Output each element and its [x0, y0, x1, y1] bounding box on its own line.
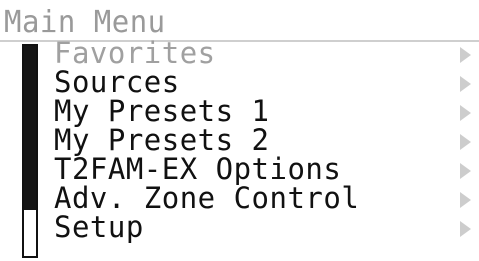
menu-item-label: Sources [54, 65, 180, 99]
lcd-menu-screen: Main Menu Favorites Sources My Presets 1… [0, 0, 479, 261]
scrollbar-thumb[interactable] [24, 46, 36, 210]
menu-item-label: Favorites [54, 36, 216, 70]
chevron-right-icon [460, 76, 471, 92]
menu-item-label: My Presets 2 [54, 123, 270, 157]
menu-list: Favorites Sources My Presets 1 My Preset… [50, 36, 479, 244]
menu-item-label: T2FAM-EX Options [54, 152, 342, 186]
chevron-right-icon [460, 163, 471, 179]
chevron-right-icon [460, 134, 471, 150]
menu-item-label: Setup [54, 210, 144, 244]
menu-title: Main Menu [4, 3, 166, 40]
chevron-right-icon [460, 221, 471, 237]
menu-item-label: Adv. Zone Control [54, 181, 360, 215]
menu-item-setup[interactable]: Setup [50, 210, 479, 244]
chevron-right-icon [460, 105, 471, 121]
menu-item-label: My Presets 1 [54, 94, 270, 128]
menu-scrollbar[interactable] [22, 44, 38, 258]
chevron-right-icon [460, 192, 471, 208]
chevron-right-icon [460, 47, 471, 63]
